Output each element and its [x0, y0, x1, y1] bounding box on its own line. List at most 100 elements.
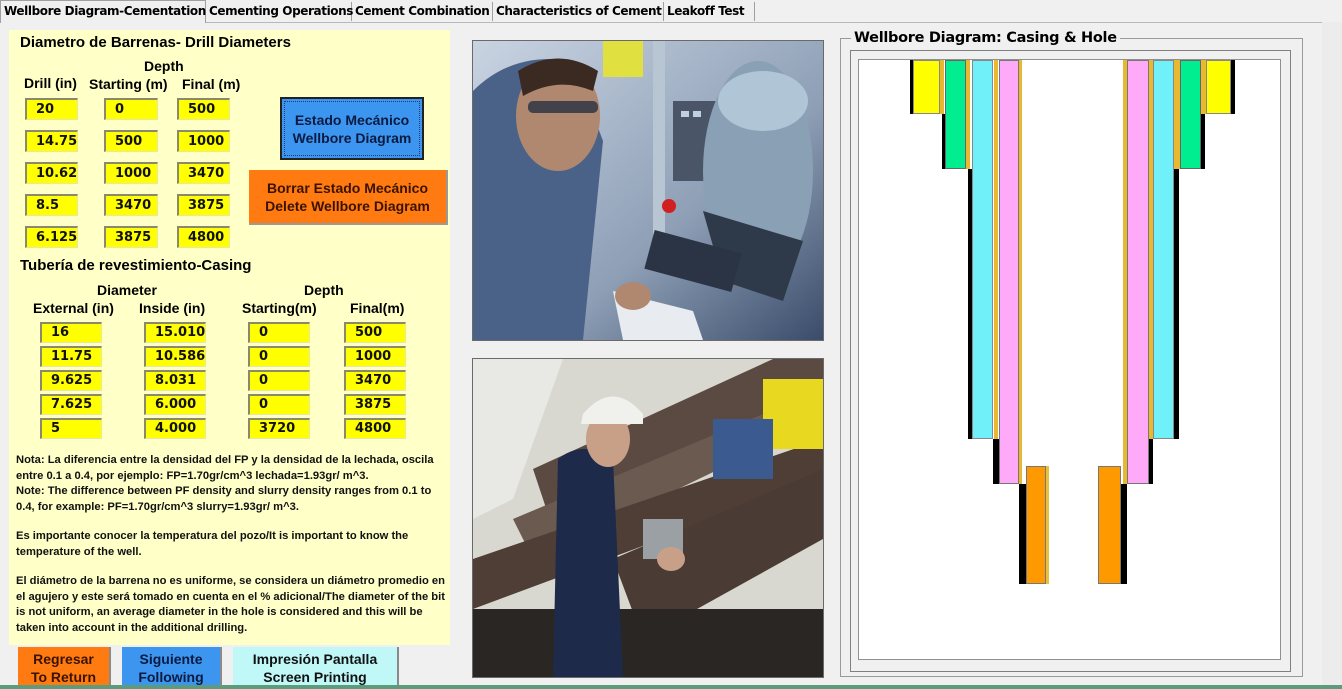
casing-external-input[interactable]: 9.625	[40, 370, 102, 391]
casing-7-625in-steel-left	[1019, 60, 1022, 484]
note-temperature: Es importante conocer la temperatura del…	[16, 530, 409, 558]
delete-diagram-button-line1: Borrar Estado Mecánico	[266, 179, 429, 196]
drill-start-input[interactable]: 500	[104, 130, 158, 152]
drill-col-final: Final (m)	[182, 76, 241, 92]
wellbore-diagram-button[interactable]: Estado Mecánico Wellbore Diagram	[280, 97, 424, 160]
casing-7-625in-right	[1127, 60, 1149, 484]
return-button-line1: Regresar	[33, 651, 94, 667]
screen-print-button-line1: Impresión Pantalla	[252, 651, 378, 667]
casing-16in-left	[913, 60, 940, 114]
photo-worker-casing-pipe	[472, 358, 824, 678]
casing-final-input[interactable]: 500	[344, 322, 406, 343]
next-button-line1: Siguiente	[139, 651, 203, 667]
hole-wall-20in-right	[1231, 60, 1235, 114]
casing-11-75in-right	[1180, 60, 1201, 169]
wellbore-diagram-button-line1: Estado Mecánico	[294, 111, 410, 128]
tab-cement-combination[interactable]: Cement Combination	[352, 2, 493, 21]
casing-col-external: External (in)	[33, 300, 114, 316]
casing-inside-input[interactable]: 10.586	[144, 346, 206, 367]
wellbore-diagram-canvas	[858, 59, 1281, 660]
photo-worker-casing-pipe-image	[473, 359, 823, 677]
casing-start-input[interactable]: 3720	[248, 418, 310, 439]
casing-inside-input[interactable]: 6.000	[144, 394, 206, 415]
drill-final-input[interactable]: 1000	[177, 130, 230, 152]
casing-external-input[interactable]: 11.75	[40, 346, 102, 367]
drill-start-input[interactable]: 3875	[104, 226, 158, 248]
hole-wall-6in-right	[1121, 484, 1127, 584]
note-density-en: Note: The difference between PF density …	[16, 485, 432, 513]
casing-external-input[interactable]: 16	[40, 322, 102, 343]
wellbore-diagram-title: Wellbore Diagram: Casing & Hole	[851, 30, 1120, 46]
delete-wellbore-diagram-button[interactable]: Borrar Estado Mecánico Delete Wellbore D…	[249, 170, 448, 225]
casing-9-625in-steel-left	[994, 60, 998, 439]
casing-final-input[interactable]: 3470	[344, 370, 406, 391]
liner-5in-steel-left	[1046, 466, 1049, 584]
casing-final-input[interactable]: 1000	[344, 346, 406, 367]
hole-wall-14in-right	[1201, 114, 1205, 169]
casing-start-input[interactable]: 0	[248, 394, 310, 415]
drill-col-starting: Starting (m)	[89, 76, 168, 92]
hole-wall-8in-right	[1149, 439, 1153, 484]
casing-11-75in-left	[945, 60, 966, 169]
wellbore-diagram-button-line2: Wellbore Diagram	[292, 129, 412, 146]
casing-start-input[interactable]: 0	[248, 346, 310, 367]
next-button[interactable]: Siguiente Following	[122, 647, 222, 689]
casing-start-input[interactable]: 0	[248, 322, 310, 343]
drill-final-input[interactable]: 3875	[177, 194, 230, 216]
drill-diameter-input[interactable]: 10.625	[25, 162, 78, 184]
casing-diameter-header: Diameter	[97, 282, 157, 298]
return-button[interactable]: Regresar To Return	[18, 647, 111, 689]
casing-16in-steel-left	[940, 60, 944, 114]
note-density-es: Nota: La diferencia entre la densidad de…	[16, 454, 434, 482]
next-button-line2: Following	[138, 669, 204, 685]
hole-wall-10in-right	[1174, 169, 1179, 439]
drill-start-input[interactable]: 0	[104, 98, 158, 120]
hole-wall-6in-left	[1019, 484, 1026, 584]
tab-wellbore-diagram-cementation[interactable]: Wellbore Diagram-Cementation	[0, 0, 206, 23]
drill-section-title: Diametro de Barrenas- Drill Diameters	[20, 34, 291, 51]
casing-inside-input[interactable]: 4.000	[144, 418, 206, 439]
casing-depth-header: Depth	[304, 282, 344, 298]
photo-worker-drill-bit	[472, 40, 824, 341]
drill-diameter-input[interactable]: 20	[25, 98, 78, 120]
casing-col-final: Final(m)	[350, 300, 405, 316]
drill-col-drill: Drill (in)	[24, 75, 77, 91]
casing-col-starting: Starting(m)	[242, 300, 317, 316]
casing-external-input[interactable]: 5	[40, 418, 102, 439]
return-button-line2: To Return	[30, 669, 97, 685]
casing-start-input[interactable]: 0	[248, 370, 310, 391]
delete-diagram-button-line2: Delete Wellbore Diagram	[265, 197, 430, 214]
window-edge	[1322, 22, 1342, 685]
drill-final-input[interactable]: 4800	[177, 226, 230, 248]
casing-final-input[interactable]: 3875	[344, 394, 406, 415]
drill-depth-header: Depth	[144, 58, 184, 74]
tab-leakoff-test[interactable]: Leakoff Test	[664, 2, 755, 21]
casing-11-75in-steel-left	[966, 60, 970, 169]
casing-section-title: Tubería de revestimiento-Casing	[20, 257, 252, 274]
casing-9-625in-left	[972, 60, 993, 439]
casing-16in-right	[1206, 60, 1231, 114]
casing-7-625in-left	[999, 60, 1019, 484]
drill-diameter-input[interactable]: 14.75	[25, 130, 78, 152]
drill-start-input[interactable]: 1000	[104, 162, 158, 184]
sheet-tab-strip	[0, 685, 1342, 689]
casing-inside-input[interactable]: 8.031	[144, 370, 206, 391]
liner-5in-left	[1026, 466, 1046, 584]
drill-diameter-input[interactable]: 6.125	[25, 226, 78, 248]
casing-external-input[interactable]: 7.625	[40, 394, 102, 415]
drill-start-input[interactable]: 3470	[104, 194, 158, 216]
drill-final-input[interactable]: 3470	[177, 162, 230, 184]
note-bit-diameter: El diámetro de la barrena no es uniforme…	[16, 575, 445, 634]
tab-characteristics-of-cement[interactable]: Characteristics of Cement	[493, 2, 664, 21]
liner-5in-right	[1098, 466, 1121, 584]
casing-9-625in-right	[1153, 60, 1174, 439]
screen-print-button[interactable]: Impresión Pantalla Screen Printing	[233, 647, 399, 689]
tab-cementing-operations[interactable]: Cementing Operations	[206, 2, 353, 21]
drill-diameter-input[interactable]: 8.5	[25, 194, 78, 216]
casing-inside-input[interactable]: 15.010	[144, 322, 206, 343]
drill-final-input[interactable]: 500	[177, 98, 230, 120]
casing-final-input[interactable]: 4800	[344, 418, 406, 439]
screen-print-button-line2: Screen Printing	[263, 669, 367, 685]
photo-worker-drill-bit-image	[473, 41, 823, 340]
casing-col-inside: Inside (in)	[139, 300, 206, 316]
